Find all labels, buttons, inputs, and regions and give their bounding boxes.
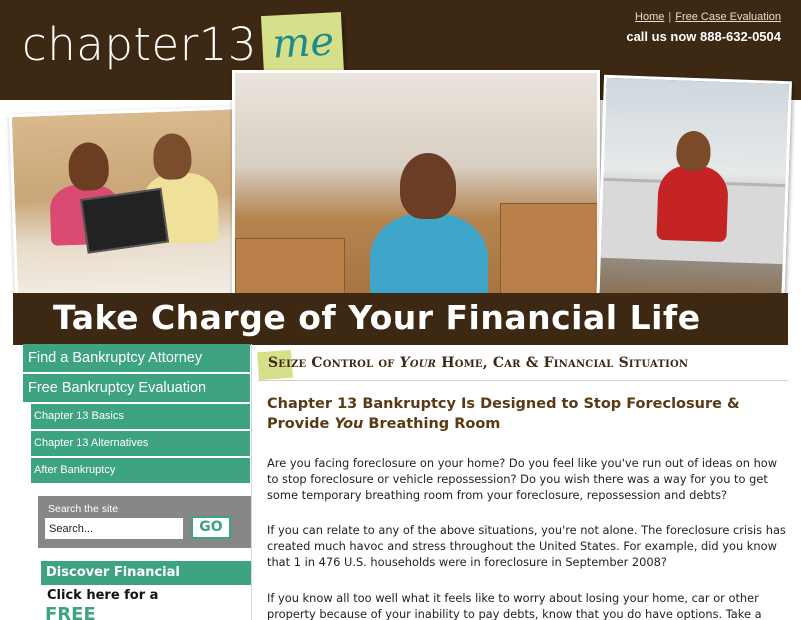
tagline-part: Seize Control of (268, 355, 400, 371)
laptop (80, 187, 169, 254)
logo-wordmark[interactable]: chapter13 (22, 18, 257, 71)
young-man-head (675, 130, 712, 172)
sidebar-item-chapter13-basics[interactable]: Chapter 13 Basics (31, 404, 250, 429)
promo-free-text: FREE (45, 604, 96, 620)
hero-photo-couple (8, 105, 254, 305)
headline-part: Breathing Room (363, 416, 501, 432)
sidebar-nav: Find a Bankruptcy Attorney Free Bankrupt… (23, 344, 250, 485)
sidebar-item-find-attorney[interactable]: Find a Bankruptcy Attorney (23, 344, 250, 372)
hero-banner-text: Take Charge of Your Financial Life (53, 298, 701, 337)
sidebar-divider (251, 344, 252, 620)
hero-photo-woman-boxes (232, 70, 600, 310)
search-input[interactable] (45, 518, 183, 539)
hero-banner: Take Charge of Your Financial Life (13, 293, 788, 345)
tagline-emphasis: Your (399, 355, 437, 371)
man-head (152, 132, 193, 181)
hero-photo-young-man-car (596, 74, 792, 314)
young-man-figure (656, 164, 729, 243)
sidebar-item-free-evaluation[interactable]: Free Bankruptcy Evaluation (23, 374, 250, 402)
page-headline: Chapter 13 Bankruptcy Is Designed to Sto… (267, 394, 787, 434)
page-tagline: Seize Control of Your Home, Car & Financ… (268, 355, 688, 371)
promo-banner[interactable]: Discover Financial Freedom. Click here f… (41, 561, 251, 620)
search-go-button[interactable]: GO (191, 516, 231, 539)
headline-emphasis: You (334, 416, 364, 432)
logo-note-text: me (271, 18, 336, 68)
site-search: Search the site GO (38, 496, 251, 548)
promo-heading: Discover Financial Freedom. (41, 561, 251, 604)
promo-click-text: Click here for a (47, 588, 159, 603)
tagline-divider (258, 380, 788, 381)
woman-head (67, 141, 110, 192)
body-paragraph: If you can relate to any of the above si… (267, 523, 786, 569)
top-links: Home | Free Case Evaluation (635, 11, 781, 23)
hero: Take Charge of Your Financial Life (0, 70, 801, 345)
free-case-evaluation-link[interactable]: Free Case Evaluation (675, 11, 781, 23)
phone-number: call us now 888-632-0504 (626, 29, 781, 44)
body-paragraph: Are you facing foreclosure on your home?… (267, 456, 778, 502)
link-separator: | (668, 11, 672, 23)
woman-head (400, 153, 456, 219)
body-paragraph: If you know all too well what it feels l… (267, 591, 762, 620)
sidebar-item-after-bankruptcy[interactable]: After Bankruptcy (31, 458, 250, 483)
sidebar-item-chapter13-alternatives[interactable]: Chapter 13 Alternatives (31, 431, 250, 456)
search-label: Search the site (48, 503, 119, 515)
tagline-part: Home, Car & Financial Situation (436, 355, 689, 371)
home-link[interactable]: Home (635, 11, 664, 23)
